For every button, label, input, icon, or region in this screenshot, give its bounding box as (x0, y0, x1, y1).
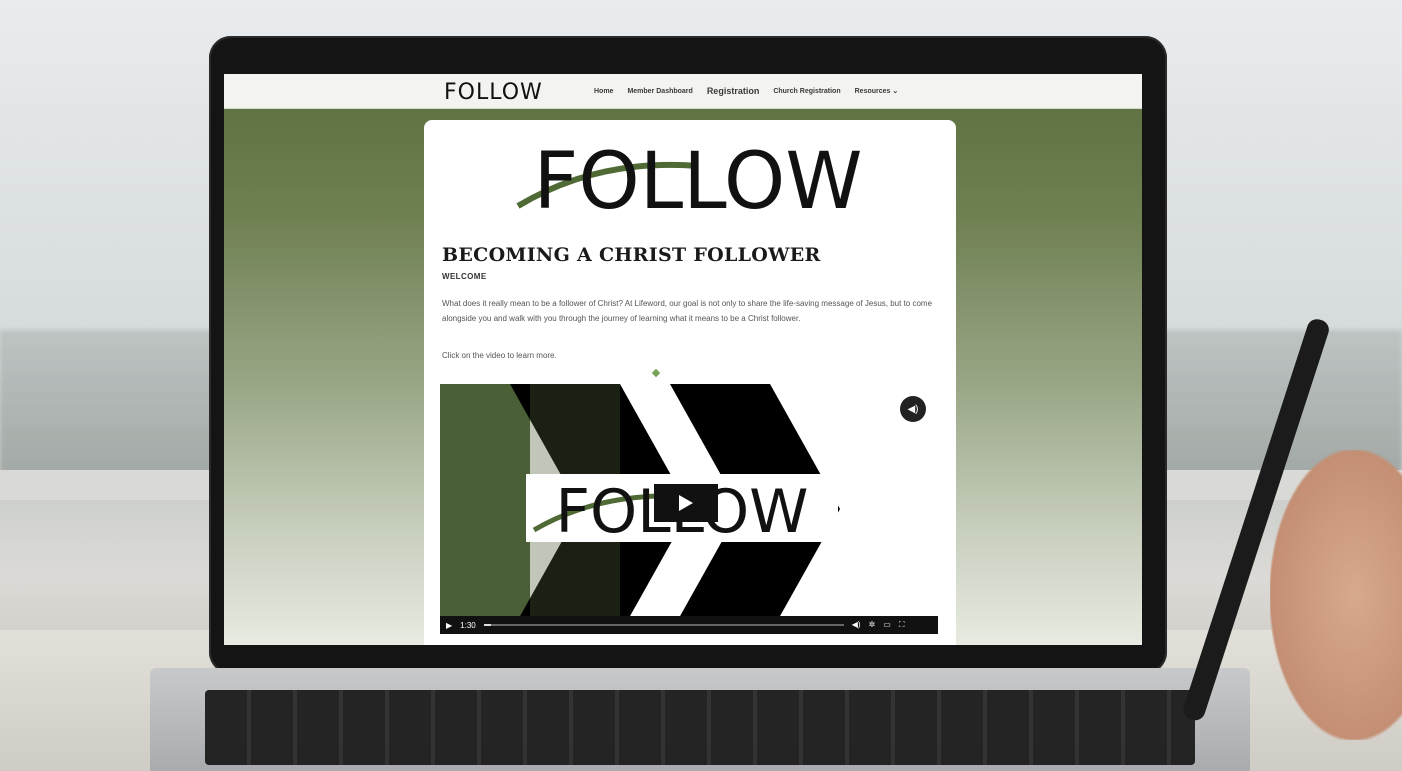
airplay-icon[interactable]: ▭ (883, 620, 891, 630)
nav-links: Home Member Dashboard Registration Churc… (594, 74, 898, 108)
video-progress-fill (483, 624, 491, 626)
content-card: FOLLOW BECOMING A CHRIST FOLLOWER WELCOM… (424, 120, 956, 645)
hero-logo-text: FOLLOW (534, 138, 863, 218)
site-logo[interactable]: FOLLOW (444, 80, 543, 105)
hero-logo: FOLLOW (516, 138, 863, 218)
laptop-keyboard (205, 690, 1195, 765)
play-icon (679, 495, 693, 511)
nav-link-member-dashboard[interactable]: Member Dashboard (627, 88, 692, 95)
play-small-icon[interactable]: ▶ (446, 621, 452, 630)
page-subtitle: WELCOME (442, 272, 487, 281)
video-controls: ▶ 1:30 ◀) ✲ ▭ ⛶ (440, 616, 938, 634)
settings-icon[interactable]: ✲ (869, 620, 876, 630)
page-title: BECOMING A CHRIST FOLLOWER (442, 244, 821, 266)
video-progress[interactable] (483, 624, 844, 626)
video-player[interactable]: ◀) FOLLOW ▶ 1:30 ◀) ✲ (440, 384, 938, 634)
intro-paragraph: What does it really mean to be a followe… (442, 299, 933, 323)
volume-icon[interactable]: ◀) (852, 620, 861, 630)
hand (1270, 450, 1402, 740)
nav-link-registration[interactable]: Registration (707, 86, 760, 96)
fullscreen-icon[interactable]: ⛶ (899, 620, 905, 630)
nav-link-church-registration[interactable]: Church Registration (773, 88, 840, 95)
video-control-icons: ◀) ✲ ▭ ⛶ (852, 620, 905, 630)
video-time: 1:30 (460, 620, 476, 630)
video-cta: Click on the video to learn more. (442, 351, 557, 360)
nav-link-home[interactable]: Home (594, 88, 613, 95)
divider-icon (651, 368, 661, 378)
play-button[interactable] (654, 484, 718, 522)
site-nav: FOLLOW Home Member Dashboard Registratio… (224, 74, 1142, 109)
browser-screen: FOLLOW Home Member Dashboard Registratio… (224, 74, 1142, 645)
mute-icon[interactable]: ◀) (900, 396, 926, 422)
nav-link-resources[interactable]: Resources ⌄ (855, 87, 899, 95)
